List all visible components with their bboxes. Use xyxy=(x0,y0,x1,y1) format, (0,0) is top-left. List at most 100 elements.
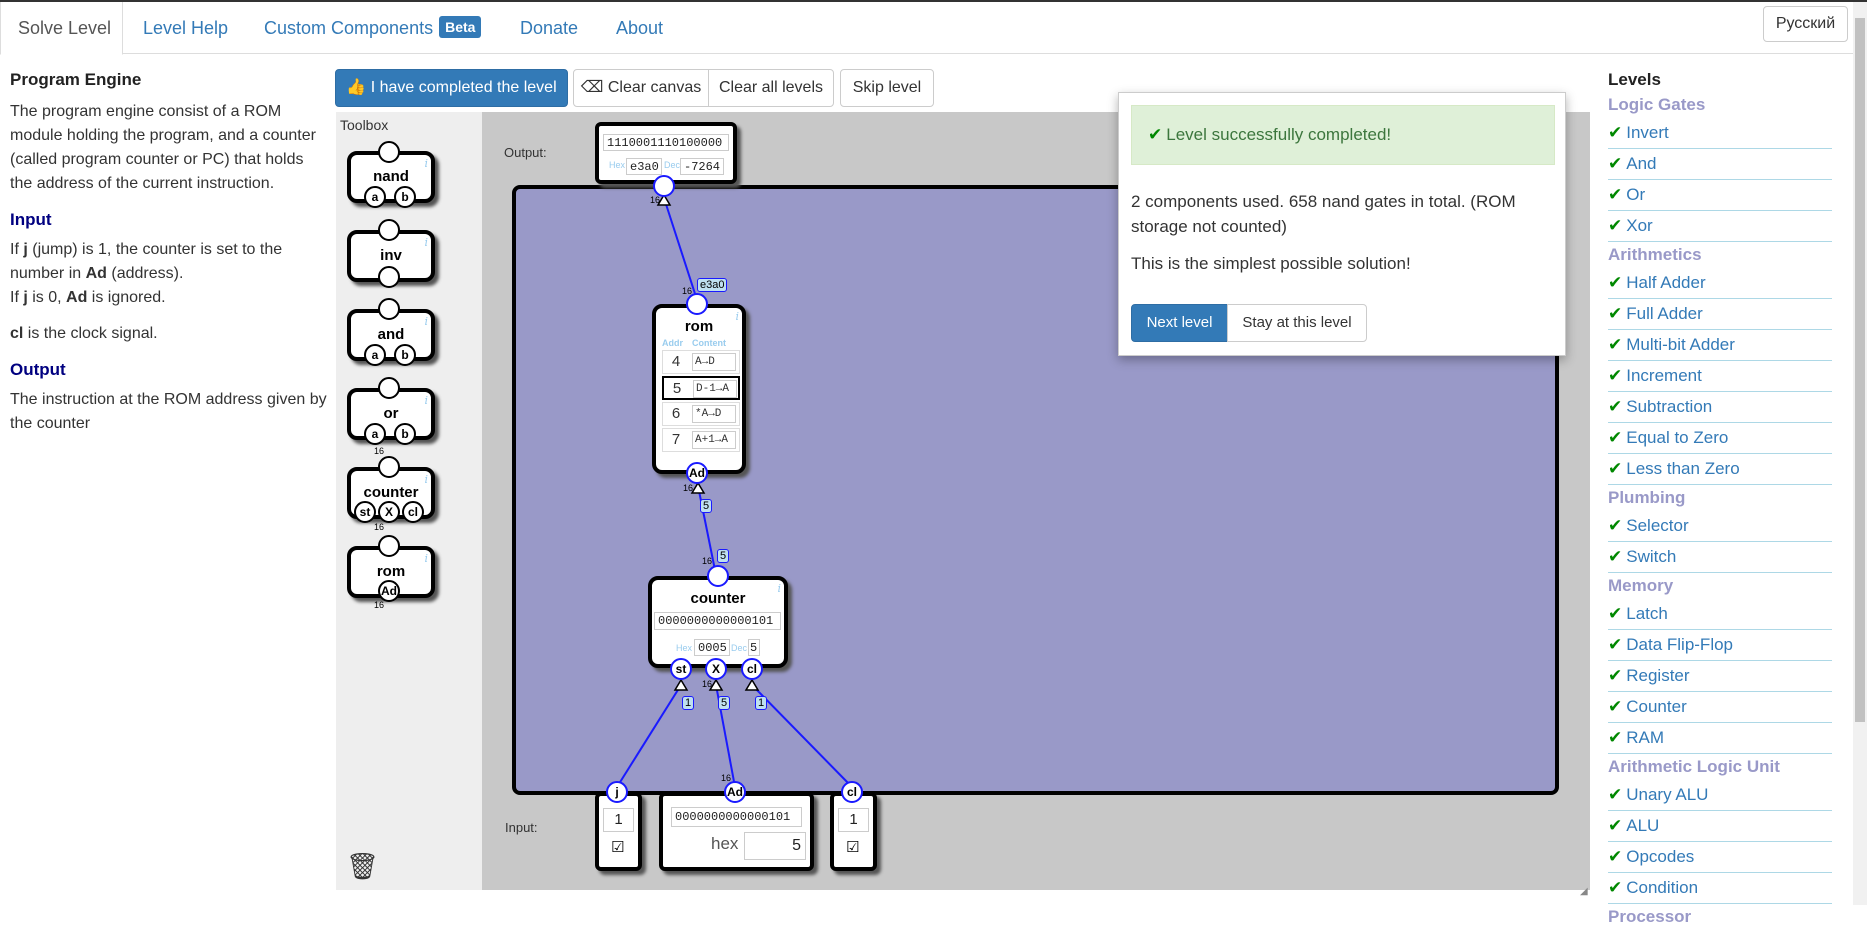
level-item[interactable]: ✔ And xyxy=(1608,149,1832,180)
tab-level-help[interactable]: Level Help xyxy=(127,2,244,54)
check-icon: ✔ xyxy=(1608,335,1623,354)
level-item-label: And xyxy=(1626,154,1657,173)
input-pin-cl[interactable]: cl xyxy=(402,501,424,523)
level-item[interactable]: ✔ Register xyxy=(1608,661,1832,692)
rom-row[interactable]: 7 A+1→A xyxy=(662,428,740,452)
check-icon: ✔ xyxy=(1608,816,1623,835)
resize-handle-icon[interactable]: ◢ xyxy=(1580,886,1588,897)
output-pin[interactable] xyxy=(378,535,400,557)
input-pin-a[interactable]: a xyxy=(364,186,386,208)
level-item[interactable]: ✔ Increment xyxy=(1608,361,1832,392)
input-cl-value[interactable]: 1 xyxy=(838,808,869,832)
input-ad-bits[interactable]: 0000000000000101 xyxy=(671,807,802,827)
level-item[interactable]: ✔ Counter xyxy=(1608,692,1832,723)
input-pin-x[interactable]: X xyxy=(378,501,400,523)
level-item-label: Selector xyxy=(1626,516,1689,535)
tab-donate[interactable]: Donate xyxy=(504,2,594,54)
input-pin-j[interactable]: j xyxy=(606,781,628,803)
info-icon[interactable]: i xyxy=(424,394,428,407)
counter-output-pin[interactable] xyxy=(707,565,729,587)
rom-row-current[interactable]: 5 D-1→A xyxy=(662,376,740,400)
language-button[interactable]: Русский xyxy=(1763,6,1848,42)
level-item-label: Unary ALU xyxy=(1626,785,1709,804)
level-item[interactable]: ✔ Full Adder xyxy=(1608,299,1832,330)
output-pin[interactable] xyxy=(378,377,400,399)
width-label: 16 xyxy=(650,195,661,205)
level-item[interactable]: ✔ Or xyxy=(1608,180,1832,211)
output-pin[interactable] xyxy=(378,298,400,320)
rom-input-pin-ad[interactable]: Ad xyxy=(686,462,708,484)
rom-content[interactable]: *A→D xyxy=(692,405,736,423)
rom-component[interactable]: rom i Addr Content 4 A→D 5 D-1→A 6 *A→D 7 A+… xyxy=(652,304,746,474)
width-label: 16 xyxy=(683,483,694,493)
input-pin[interactable] xyxy=(378,266,400,288)
output-pin[interactable] xyxy=(378,456,400,478)
output-pin[interactable] xyxy=(378,219,400,241)
level-item[interactable]: ✔ Subtraction xyxy=(1608,392,1832,423)
input-pin-st[interactable]: st xyxy=(354,501,376,523)
text: is 0, xyxy=(27,289,67,306)
input-pin-cl[interactable]: cl xyxy=(841,781,863,803)
clear-all-levels-button[interactable]: Clear all levels xyxy=(708,69,834,107)
input-pin-b[interactable]: b xyxy=(394,423,416,445)
input-ad-hex-field[interactable]: 5 xyxy=(744,832,806,860)
hex-label: hex xyxy=(711,834,739,853)
output-bits: 1110001110100000 xyxy=(603,134,729,151)
level-item[interactable]: ✔ Selector xyxy=(1608,511,1832,542)
counter-pin-st[interactable]: st xyxy=(670,658,692,680)
rom-content[interactable]: A→D xyxy=(692,353,736,371)
completed-level-button[interactable]: 👍 I have completed the level xyxy=(335,69,568,107)
rom-content[interactable]: D-1→A xyxy=(693,380,737,398)
level-item[interactable]: ✔ Latch xyxy=(1608,599,1832,630)
level-item[interactable]: ✔ Unary ALU xyxy=(1608,780,1832,811)
input-pin-ad[interactable]: Ad xyxy=(724,781,746,803)
output-node-pin[interactable] xyxy=(653,175,675,197)
level-item[interactable]: ✔ Equal to Zero xyxy=(1608,423,1832,454)
info-icon[interactable]: i xyxy=(424,157,428,170)
level-item[interactable]: ✔ Opcodes xyxy=(1608,842,1832,873)
counter-pin-x[interactable]: X xyxy=(705,658,727,680)
check-icon: ✔ xyxy=(1608,397,1623,416)
level-item[interactable]: ✔ Invert xyxy=(1608,118,1832,149)
input-pin-a[interactable]: a xyxy=(364,423,386,445)
level-item[interactable]: ✔ Switch xyxy=(1608,542,1832,573)
stay-level-button[interactable]: Stay at this level xyxy=(1227,304,1367,342)
trash-icon[interactable]: 🗑 xyxy=(346,851,379,882)
skip-level-button[interactable]: Skip level xyxy=(840,69,934,107)
level-item[interactable]: ✔ Xor xyxy=(1608,211,1832,242)
input-pin-b[interactable]: b xyxy=(394,344,416,366)
info-icon[interactable]: i xyxy=(777,582,781,595)
hex-label: Hex xyxy=(676,643,693,653)
info-icon[interactable]: i xyxy=(735,310,739,323)
rom-row[interactable]: 6 *A→D xyxy=(662,402,740,426)
rom-row[interactable]: 4 A→D xyxy=(662,350,740,374)
input-cl-checkbox[interactable]: ☑ xyxy=(846,838,859,856)
clear-canvas-button[interactable]: ⌫ Clear canvas xyxy=(573,69,709,107)
counter-pin-cl[interactable]: cl xyxy=(741,658,763,680)
input-j-value[interactable]: 1 xyxy=(603,808,634,832)
level-item[interactable]: ✔ Less than Zero xyxy=(1608,454,1832,485)
level-item[interactable]: ✔ Condition xyxy=(1608,873,1832,904)
tab-solve-level[interactable]: Solve Level xyxy=(0,2,123,55)
level-item-label: Opcodes xyxy=(1626,847,1695,866)
rom-content[interactable]: A+1→A xyxy=(692,431,736,449)
scrollbar-thumb[interactable] xyxy=(1855,18,1865,722)
info-icon[interactable]: i xyxy=(424,552,428,565)
rom-output-pin[interactable] xyxy=(686,293,708,315)
output-pin[interactable] xyxy=(378,141,400,163)
info-icon[interactable]: i xyxy=(424,315,428,328)
level-item[interactable]: ✔ Half Adder xyxy=(1608,268,1832,299)
input-pin-ad[interactable]: Ad xyxy=(378,580,400,602)
level-item[interactable]: ✔ RAM xyxy=(1608,723,1832,754)
level-item[interactable]: ✔ ALU xyxy=(1608,811,1832,842)
level-item[interactable]: ✔ Multi-bit Adder xyxy=(1608,330,1832,361)
input-j-checkbox[interactable]: ☑ xyxy=(611,838,624,856)
info-icon[interactable]: i xyxy=(424,473,428,486)
tab-about[interactable]: About xyxy=(600,2,679,54)
input-pin-a[interactable]: a xyxy=(364,344,386,366)
next-level-button[interactable]: Next level xyxy=(1131,304,1228,342)
level-item[interactable]: ✔ Data Flip-Flop xyxy=(1608,630,1832,661)
input-pin-b[interactable]: b xyxy=(394,186,416,208)
info-icon[interactable]: i xyxy=(424,236,428,249)
tab-custom-components[interactable]: Custom Components Beta xyxy=(248,2,497,54)
